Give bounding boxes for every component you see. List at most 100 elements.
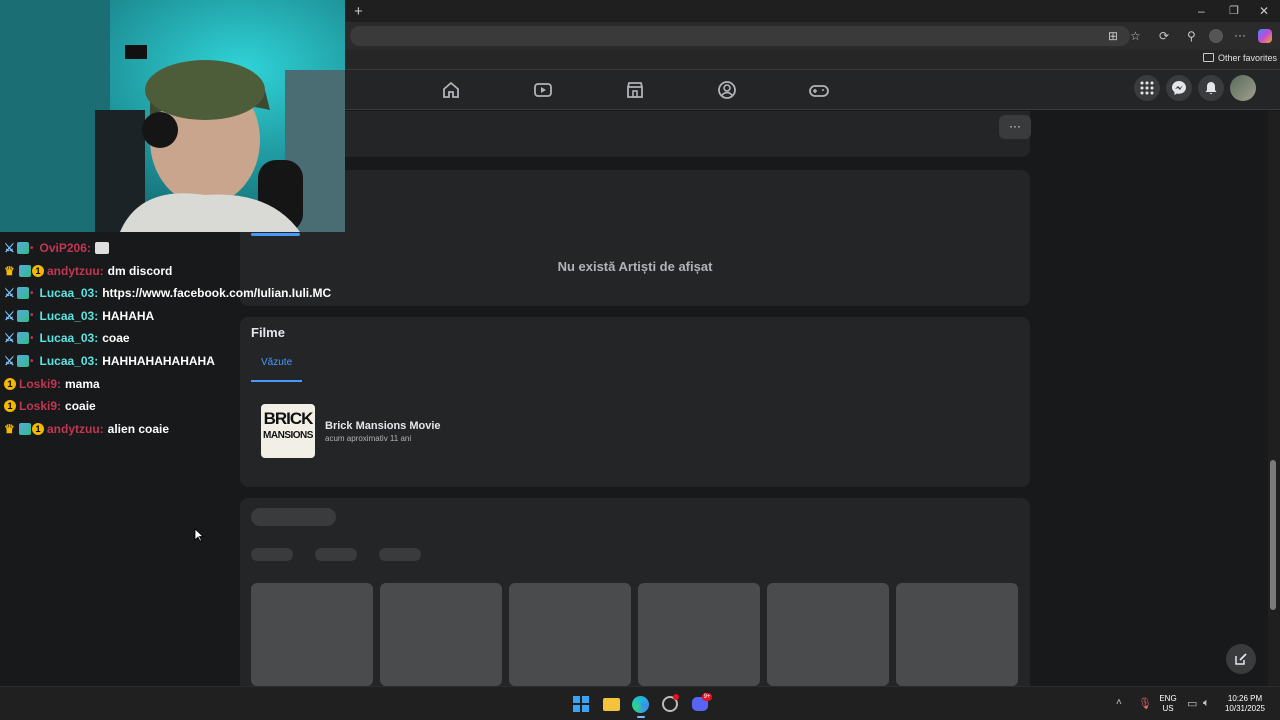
skeleton-tab bbox=[379, 548, 421, 561]
crown-badge-icon: ♛ bbox=[4, 421, 15, 436]
watched-tab-indicator bbox=[251, 380, 302, 382]
chat-username: Loski9: bbox=[19, 376, 62, 391]
films-heading: Filme bbox=[251, 325, 285, 340]
minimize-button[interactable]: – bbox=[1198, 4, 1205, 18]
sword-badge-icon: ⚔ bbox=[4, 308, 15, 323]
chat-text: alien coaie bbox=[107, 421, 170, 436]
discord-badge: 9+ bbox=[702, 693, 712, 701]
compose-icon bbox=[1235, 653, 1247, 665]
skeleton-tab bbox=[315, 548, 357, 561]
chat-message: ♛ 1 andytzuu: alien coaie bbox=[4, 419, 169, 439]
chat-badges: ⚔ • bbox=[4, 242, 37, 254]
video-icon[interactable] bbox=[531, 78, 555, 102]
skeleton-tile bbox=[380, 583, 502, 686]
chat-emote-icon bbox=[94, 242, 109, 254]
chat-badges: ⚔ • bbox=[4, 308, 37, 323]
edge-browser-icon[interactable] bbox=[632, 696, 649, 713]
marketplace-icon[interactable] bbox=[623, 78, 647, 102]
chevron-up-icon[interactable]: ˄ bbox=[1116, 697, 1122, 708]
movie-subtitle: acum aproximativ 11 ani bbox=[325, 434, 412, 443]
account-avatar[interactable] bbox=[1230, 75, 1256, 101]
chat-username: OviP206: bbox=[39, 241, 91, 255]
chat-text: HAHAHA bbox=[102, 308, 155, 323]
dot-badge-icon: • bbox=[30, 355, 34, 367]
more-options-button[interactable]: ··· bbox=[999, 115, 1031, 139]
new-message-button[interactable] bbox=[1226, 644, 1256, 674]
close-window-button[interactable]: ✕ bbox=[1259, 4, 1269, 18]
menu-grid-button[interactable] bbox=[1134, 75, 1160, 101]
streamer-webcam-image bbox=[0, 0, 345, 232]
folder-icon bbox=[1203, 53, 1214, 62]
chat-username: andytzuu: bbox=[47, 421, 104, 436]
more-menu-icon[interactable]: ··· bbox=[1234, 28, 1246, 42]
chat-badges: ♛ 1 bbox=[4, 421, 44, 436]
chat-username: Lucaa_03: bbox=[39, 331, 99, 346]
other-favorites-link[interactable]: Other favorites bbox=[1218, 53, 1277, 63]
new-tab-button[interactable]: + bbox=[354, 3, 363, 20]
subscriber-badge-icon bbox=[19, 422, 31, 435]
extensions-icon[interactable]: ⚲ bbox=[1187, 29, 1196, 43]
webcam-overlay bbox=[0, 0, 345, 232]
messenger-icon bbox=[1172, 81, 1186, 95]
groups-icon[interactable] bbox=[715, 78, 739, 102]
grid-icon bbox=[1140, 81, 1154, 95]
movie-poster[interactable]: BRICK MANSIONS bbox=[261, 404, 315, 458]
dot-badge-icon: • bbox=[30, 242, 34, 254]
skeleton-tile bbox=[638, 583, 760, 686]
number-badge-icon: 1 bbox=[4, 377, 16, 390]
messenger-button[interactable] bbox=[1166, 75, 1192, 101]
microphone-icon[interactable]: 🎙︎ bbox=[1138, 697, 1152, 710]
tab-watched[interactable]: Văzute bbox=[261, 357, 292, 368]
chat-message: 1 Loski9: mama bbox=[4, 374, 100, 394]
chat-text: mama bbox=[65, 376, 100, 391]
skeleton-tile bbox=[251, 583, 373, 686]
mouse-cursor-icon bbox=[194, 528, 204, 542]
chat-badges: ⚔ • bbox=[4, 355, 37, 367]
url-field[interactable] bbox=[350, 26, 1130, 46]
profile-avatar[interactable] bbox=[1209, 29, 1223, 43]
chat-text: coae bbox=[102, 331, 130, 346]
movie-title[interactable]: Brick Mansions Movie bbox=[325, 420, 441, 432]
volume-icon[interactable]: 🔈︎ bbox=[1203, 697, 1210, 710]
clock[interactable]: 10:26 PM 10/31/2025 bbox=[1220, 694, 1270, 714]
language-indicator[interactable]: ENG US bbox=[1157, 694, 1179, 714]
sword-badge-icon: ⚔ bbox=[4, 241, 15, 255]
subscriber-badge-icon bbox=[17, 242, 29, 254]
number-badge-icon: 1 bbox=[32, 264, 44, 277]
artists-tab-indicator bbox=[251, 233, 300, 236]
gaming-icon[interactable] bbox=[807, 78, 831, 102]
restore-button[interactable]: ❐ bbox=[1229, 4, 1239, 17]
chat-message: ⚔ • Lucaa_03: HAHAHA bbox=[4, 306, 154, 326]
app-available-icon[interactable]: ⊞ bbox=[1108, 29, 1118, 43]
poster-title-top: BRICK bbox=[263, 409, 314, 428]
chat-badges: 1 bbox=[4, 377, 16, 390]
sword-badge-icon: ⚔ bbox=[4, 354, 15, 368]
file-explorer-icon[interactable] bbox=[603, 698, 620, 711]
chat-message: ⚔ • Lucaa_03: https://www.facebook.com/Iuli… bbox=[4, 283, 331, 303]
chat-text: coaie bbox=[65, 399, 96, 414]
skeleton-title bbox=[251, 508, 336, 526]
chat-message: ⚔ • OviP206: bbox=[4, 238, 109, 258]
favorite-star-icon[interactable]: ☆ bbox=[1130, 29, 1141, 43]
subscriber-badge-icon bbox=[17, 332, 29, 345]
notification-dot bbox=[673, 694, 679, 700]
films-card bbox=[240, 317, 1030, 487]
network-icon[interactable]: ▭ bbox=[1187, 697, 1197, 710]
chat-text: https://www.facebook.com/Iulian.Iuli.MC bbox=[102, 286, 332, 301]
notifications-button[interactable] bbox=[1198, 75, 1224, 101]
chat-message: 1 Loski9: coaie bbox=[4, 396, 96, 416]
refresh-icon[interactable]: ⟳ bbox=[1159, 29, 1169, 43]
home-icon[interactable] bbox=[439, 78, 463, 102]
bell-icon bbox=[1205, 82, 1217, 94]
dot-badge-icon: • bbox=[30, 332, 34, 344]
sword-badge-icon: ⚔ bbox=[4, 286, 15, 301]
clock-date: 10/31/2025 bbox=[1224, 704, 1266, 713]
artists-empty-text: Nu există Artiști de afișat bbox=[557, 259, 713, 274]
copilot-icon[interactable] bbox=[1258, 29, 1272, 43]
scrollbar-thumb[interactable] bbox=[1270, 460, 1276, 610]
chat-badges: ⚔ • bbox=[4, 286, 37, 301]
chat-username: andytzuu: bbox=[47, 263, 104, 278]
start-button[interactable] bbox=[573, 696, 589, 712]
chat-text: HAHHAHAHAHAHA bbox=[102, 354, 215, 368]
chat-text: dm discord bbox=[107, 263, 173, 278]
